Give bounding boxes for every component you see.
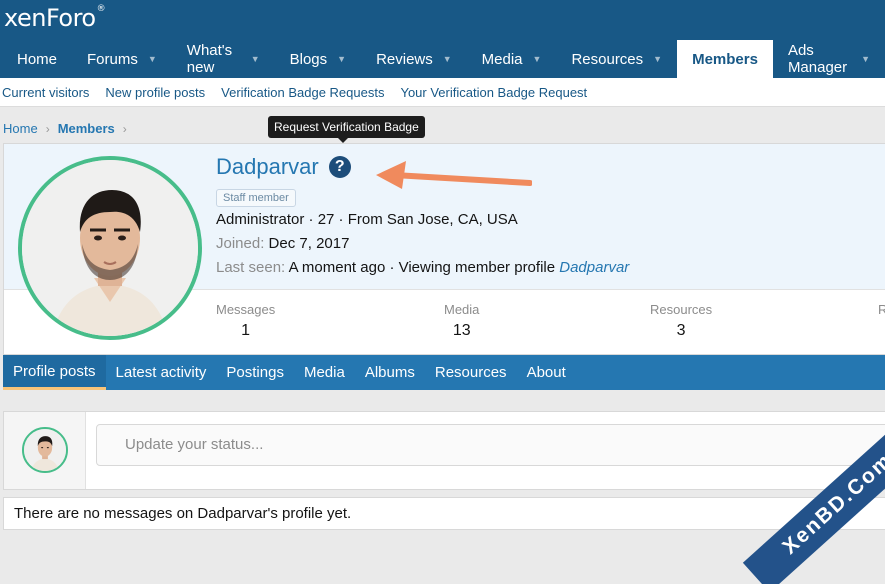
nav-tab-whats-new[interactable]: What's new ▼ <box>172 40 275 78</box>
tab-media[interactable]: Media <box>294 355 355 390</box>
avatar-photo <box>22 160 198 336</box>
status-avatar-cell <box>4 412 86 489</box>
stat-label: Resources <box>650 302 713 317</box>
profile-tabs: Profile posts Latest activity Postings M… <box>3 355 885 390</box>
status-input[interactable]: Update your status... <box>96 424 885 466</box>
nav-tab-resources[interactable]: Resources ▼ <box>556 40 677 78</box>
stat-messages[interactable]: Messages 1 <box>216 302 275 340</box>
avatar-small[interactable] <box>22 427 68 473</box>
nav-tab-home[interactable]: Home <box>2 40 72 78</box>
subnav-new-profile-posts[interactable]: New profile posts <box>105 85 205 100</box>
stat-resources[interactable]: Resources 3 <box>650 302 712 340</box>
sub-nav: Current visitors New profile posts Verif… <box>0 78 885 107</box>
chevron-down-icon[interactable]: ▼ <box>148 54 157 64</box>
tab-about[interactable]: About <box>517 355 576 390</box>
subnav-your-verification-badge-request[interactable]: Your Verification Badge Request <box>400 85 587 100</box>
role-text: Administrator · 27 · From San Jose, CA, … <box>216 211 518 228</box>
annotation-arrow <box>376 161 532 189</box>
nav-tab-label: Media <box>481 50 523 68</box>
nav-tab-forums[interactable]: Forums ▼ <box>72 40 172 78</box>
chevron-down-icon[interactable]: ▼ <box>653 54 662 64</box>
nav-tab-media[interactable]: Media ▼ <box>467 40 557 78</box>
nav-tab-ads-manager[interactable]: Ads Manager ▼ <box>773 40 885 78</box>
stat-label: Media <box>444 302 480 317</box>
nav-tab-blogs[interactable]: Blogs ▼ <box>275 40 361 78</box>
nav-tab-members[interactable]: Members <box>677 40 773 78</box>
breadcrumb-members[interactable]: Members <box>58 121 115 136</box>
stat-label: R <box>878 302 885 317</box>
stat-value: 3 <box>676 322 686 339</box>
status-update-box: ✎ Update your status... <box>3 411 885 490</box>
nav-tab-reviews[interactable]: Reviews ▼ <box>361 40 467 78</box>
tab-resources[interactable]: Resources <box>425 355 517 390</box>
verification-tooltip: Request Verification Badge <box>268 116 425 143</box>
main-nav: Home Forums ▼ What's new ▼ Blogs ▼ Reviews ▼… <box>0 40 885 78</box>
tab-albums[interactable]: Albums <box>355 355 425 390</box>
stat-media[interactable]: Media 13 <box>444 302 479 340</box>
nav-tab-label: Reviews <box>376 50 433 68</box>
empty-profile-message: There are no messages on Dadparvar's pro… <box>3 497 885 530</box>
username-row: Dadparvar ? <box>216 154 351 180</box>
nav-tab-label: Forums <box>87 50 138 68</box>
joined-label: Joined: <box>216 235 265 252</box>
stat-value: 1 <box>241 322 251 339</box>
stat-truncated[interactable]: R <box>878 302 885 322</box>
site-header: xenForo® <box>0 0 885 40</box>
profile-role-line: Administrator · 27 · From San Jose, CA, … <box>216 211 518 228</box>
nav-tab-label: Blogs <box>289 50 328 68</box>
tab-latest-activity[interactable]: Latest activity <box>106 355 217 390</box>
tab-profile-posts[interactable]: Profile posts <box>3 355 106 390</box>
breadcrumb-home[interactable]: Home <box>3 121 38 136</box>
chevron-down-icon[interactable]: ▼ <box>861 54 870 64</box>
last-seen-value: A moment ago · Viewing member profile <box>288 259 556 276</box>
nav-tab-label: Resources <box>571 50 644 68</box>
logo-registered-mark: ® <box>96 4 106 14</box>
last-seen-label: Last seen: <box>216 259 286 276</box>
avatar[interactable] <box>18 156 202 340</box>
profile-last-seen-line: Last seen: A moment ago · Viewing member… <box>216 259 629 276</box>
stat-label: Messages <box>216 302 276 317</box>
nav-tab-label: Ads Manager <box>787 42 848 76</box>
chevron-right-icon: › <box>122 121 127 136</box>
chevron-down-icon[interactable]: ▼ <box>251 54 260 64</box>
subnav-verification-badge-requests[interactable]: Verification Badge Requests <box>221 85 384 100</box>
chevron-down-icon[interactable]: ▼ <box>533 54 542 64</box>
profile-username[interactable]: Dadparvar <box>216 154 319 180</box>
chevron-down-icon[interactable]: ▼ <box>443 54 452 64</box>
tab-postings[interactable]: Postings <box>216 355 294 390</box>
logo-text: xenForo <box>4 4 96 32</box>
nav-tab-label: Members <box>692 50 758 68</box>
joined-value: Dec 7, 2017 <box>268 235 350 252</box>
subnav-current-visitors[interactable]: Current visitors <box>2 85 89 100</box>
question-circle-icon[interactable]: ? <box>328 156 351 178</box>
nav-tab-label: What's new <box>186 42 233 76</box>
nav-tab-label: Home <box>17 50 58 68</box>
stat-value: 13 <box>452 322 471 339</box>
chevron-right-icon: › <box>45 121 50 136</box>
breadcrumb: Home › Members › <box>3 121 135 136</box>
last-seen-profile-link[interactable]: Dadparvar <box>559 259 629 276</box>
xenforo-logo[interactable]: xenForo® <box>4 4 106 32</box>
chevron-down-icon[interactable]: ▼ <box>337 54 346 64</box>
staff-badge: Staff member <box>216 189 296 207</box>
avatar-photo-small <box>24 429 66 471</box>
profile-joined-line: Joined: Dec 7, 2017 <box>216 235 349 252</box>
